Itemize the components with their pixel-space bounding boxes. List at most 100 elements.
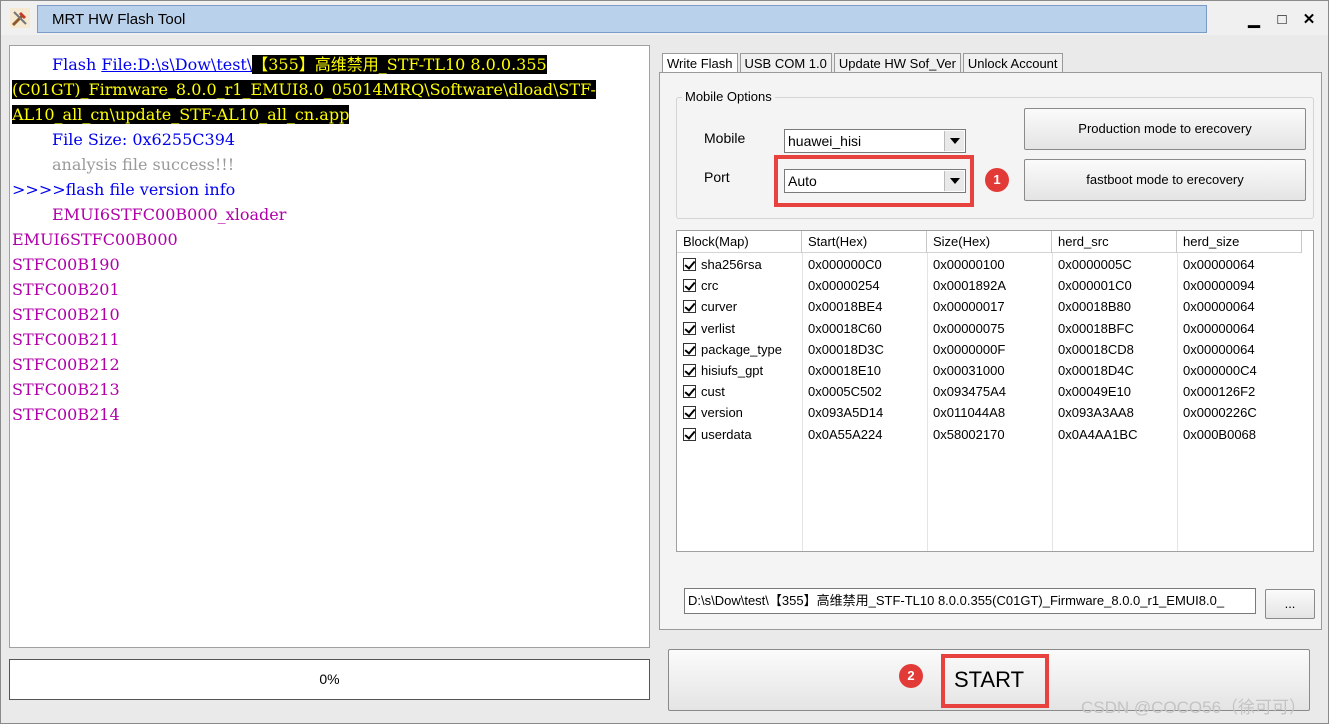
herd-src-cell: 0x00018CD8 [1058,341,1134,357]
table-row[interactable]: verlist 0x00018C60 0x00000075 0x00018BFC… [677,318,1302,339]
block-cell: sha256rsa [677,254,802,275]
block-cell: curver [677,296,802,317]
tools-icon [10,8,30,28]
log-flash-line-cont: (C01GT)_Firmware_8.0.0_r1_EMUI8.0_05014M… [12,77,648,102]
start-cell: 0x00018BE4 [808,299,883,315]
table-header: Block(Map) Start(Hex) Size(Hex) herd_src… [677,231,1302,253]
annotation-badge: 1 [985,168,1009,192]
start-cell: 0x00018D3C [808,341,884,357]
row-checkbox[interactable] [683,385,696,399]
block-cell: version [677,402,802,423]
title-field: MRT HW Flash Tool [37,5,1207,33]
log-version-item: STFC00B190 [12,255,120,274]
row-checkbox[interactable] [683,364,696,378]
window-title: MRT HW Flash Tool [52,11,186,28]
block-name: curver [701,299,738,315]
mobile-select-value: huawei_hisi [788,133,862,149]
annotation-highlight-box [774,155,974,207]
log-version-item: EMUI6STFC00B000 [12,230,178,249]
row-checkbox[interactable] [683,279,696,293]
minimize-button[interactable]: ▁ [1243,9,1265,31]
size-cell: 0x00000075 [933,320,1005,336]
table-body: sha256rsa 0x000000C0 0x00000100 0x000000… [677,254,1302,445]
start-cell: 0x00018E10 [808,362,882,378]
table-row[interactable]: userdata 0x0A55A224 0x58002170 0x0A4AA1B… [677,424,1302,445]
log-version-item: STFC00B212 [12,355,120,374]
size-cell: 0x093475A4 [933,384,1007,400]
row-checkbox[interactable] [683,342,696,356]
tab-unlock-account[interactable]: Unlock Account [962,53,1063,74]
start-cell: 0x093A5D14 [808,405,884,421]
tab-write-flash[interactable]: Write Flash [662,53,738,74]
start-cell: 0x0A55A224 [808,426,883,442]
column-header[interactable]: Block(Map) [677,231,802,253]
log-version-item: STFC00B201 [12,280,120,299]
block-cell: verlist [677,318,802,339]
block-cell: package_type [677,339,802,360]
block-cell: hisiufs_gpt [677,360,802,381]
log-flash-filename: (C01GT)_Firmware_8.0.0_r1_EMUI8.0_05014M… [12,80,596,99]
block-name: crc [701,278,719,294]
herd-size-cell: 0x0000226C [1183,405,1257,421]
log-flash-path[interactable]: File:D:\s\Dow\test\ [101,55,252,74]
title-bar: MRT HW Flash Tool ▁ □ ✕ [1,1,1328,35]
size-cell: 0x0000000F [933,341,1006,357]
row-checkbox[interactable] [683,406,696,420]
annotation-badge: 2 [899,664,923,688]
column-header[interactable]: Start(Hex) [802,231,927,253]
size-cell: 0x00031000 [933,362,1005,378]
log-version-item: STFC00B210 [12,305,120,324]
maximize-button[interactable]: □ [1271,9,1293,31]
table-row[interactable]: hisiufs_gpt 0x00018E10 0x00031000 0x0001… [677,360,1302,381]
row-checkbox[interactable] [683,300,696,314]
production-erecovery-button[interactable]: Production mode to erecovery [1024,108,1306,150]
log-panel[interactable]: Flash File:D:\s\Dow\test\【355】高维禁用_STF-T… [9,45,650,648]
log-output: Flash File:D:\s\Dow\test\【355】高维禁用_STF-T… [12,52,648,427]
block-name: cust [701,384,725,400]
progress-bar: 0% [9,659,650,700]
start-cell: 0x000000C0 [808,257,882,272]
herd-size-cell: 0x00000064 [1183,299,1255,315]
app-window: MRT HW Flash Tool ▁ □ ✕ Flash File:D:\s\… [0,0,1329,724]
table-row[interactable]: curver 0x00018BE4 0x00000017 0x00018B80 … [677,296,1302,317]
herd-src-cell: 0x00018D4C [1058,362,1134,378]
size-cell: 0x011044A8 [933,405,1006,421]
port-label: Port [704,169,730,185]
row-checkbox[interactable] [683,258,696,272]
log-flash-filename: 【355】高维禁用_STF-TL10 8.0.0.355 [252,55,547,74]
start-cell: 0x00018C60 [808,320,882,336]
mobile-options-label: Mobile Options [682,89,775,104]
start-cell: 0x0005C502 [808,384,882,400]
mobile-select[interactable]: huawei_hisi [784,129,966,153]
column-header[interactable]: herd_size [1177,231,1302,253]
table-row[interactable]: sha256rsa 0x000000C0 0x00000100 0x000000… [677,254,1302,275]
table-row[interactable]: version 0x093A5D14 0x011044A8 0x093A3AA8… [677,402,1302,423]
annotation-highlight-box [941,654,1049,708]
herd-size-cell: 0x000B0068 [1183,426,1257,442]
herd-size-cell: 0x000000C4 [1183,362,1257,378]
table-row[interactable]: package_type 0x00018D3C 0x0000000F 0x000… [677,339,1302,360]
chevron-down-icon[interactable] [944,131,964,151]
file-path-input[interactable]: D:\s\Dow\test\【355】高维禁用_STF-TL10 8.0.0.3… [684,588,1256,614]
column-header[interactable]: herd_src [1052,231,1177,253]
browse-button[interactable]: ... [1265,589,1315,619]
table-row[interactable]: cust 0x0005C502 0x093475A4 0x00049E10 0x… [677,381,1302,402]
block-cell: crc [677,275,802,296]
tab-update-hw-sof-ver[interactable]: Update HW Sof_Ver [833,53,961,74]
herd-src-cell: 0x00049E10 [1058,384,1132,400]
table-row[interactable]: crc 0x00000254 0x0001892A 0x000001C0 0x0… [677,275,1302,296]
row-checkbox[interactable] [683,321,696,335]
herd-src-cell: 0x000001C0 [1058,278,1132,294]
close-button[interactable]: ✕ [1298,9,1320,31]
block-cell: userdata [677,424,802,445]
column-header[interactable]: Size(Hex) [927,231,1052,253]
log-flash-line: Flash File:D:\s\Dow\test\【355】高维禁用_STF-T… [12,52,648,77]
start-cell: 0x00000254 [808,278,880,294]
tab-usb-com[interactable]: USB COM 1.0 [739,53,832,74]
mobile-label: Mobile [704,130,746,146]
fastboot-erecovery-button[interactable]: fastboot mode to erecovery [1024,159,1306,201]
row-checkbox[interactable] [683,427,696,441]
write-flash-page: Mobile Options Mobile huawei_hisi Port A… [659,72,1322,630]
block-name: sha256rsa [701,257,762,273]
block-name: package_type [701,341,782,357]
